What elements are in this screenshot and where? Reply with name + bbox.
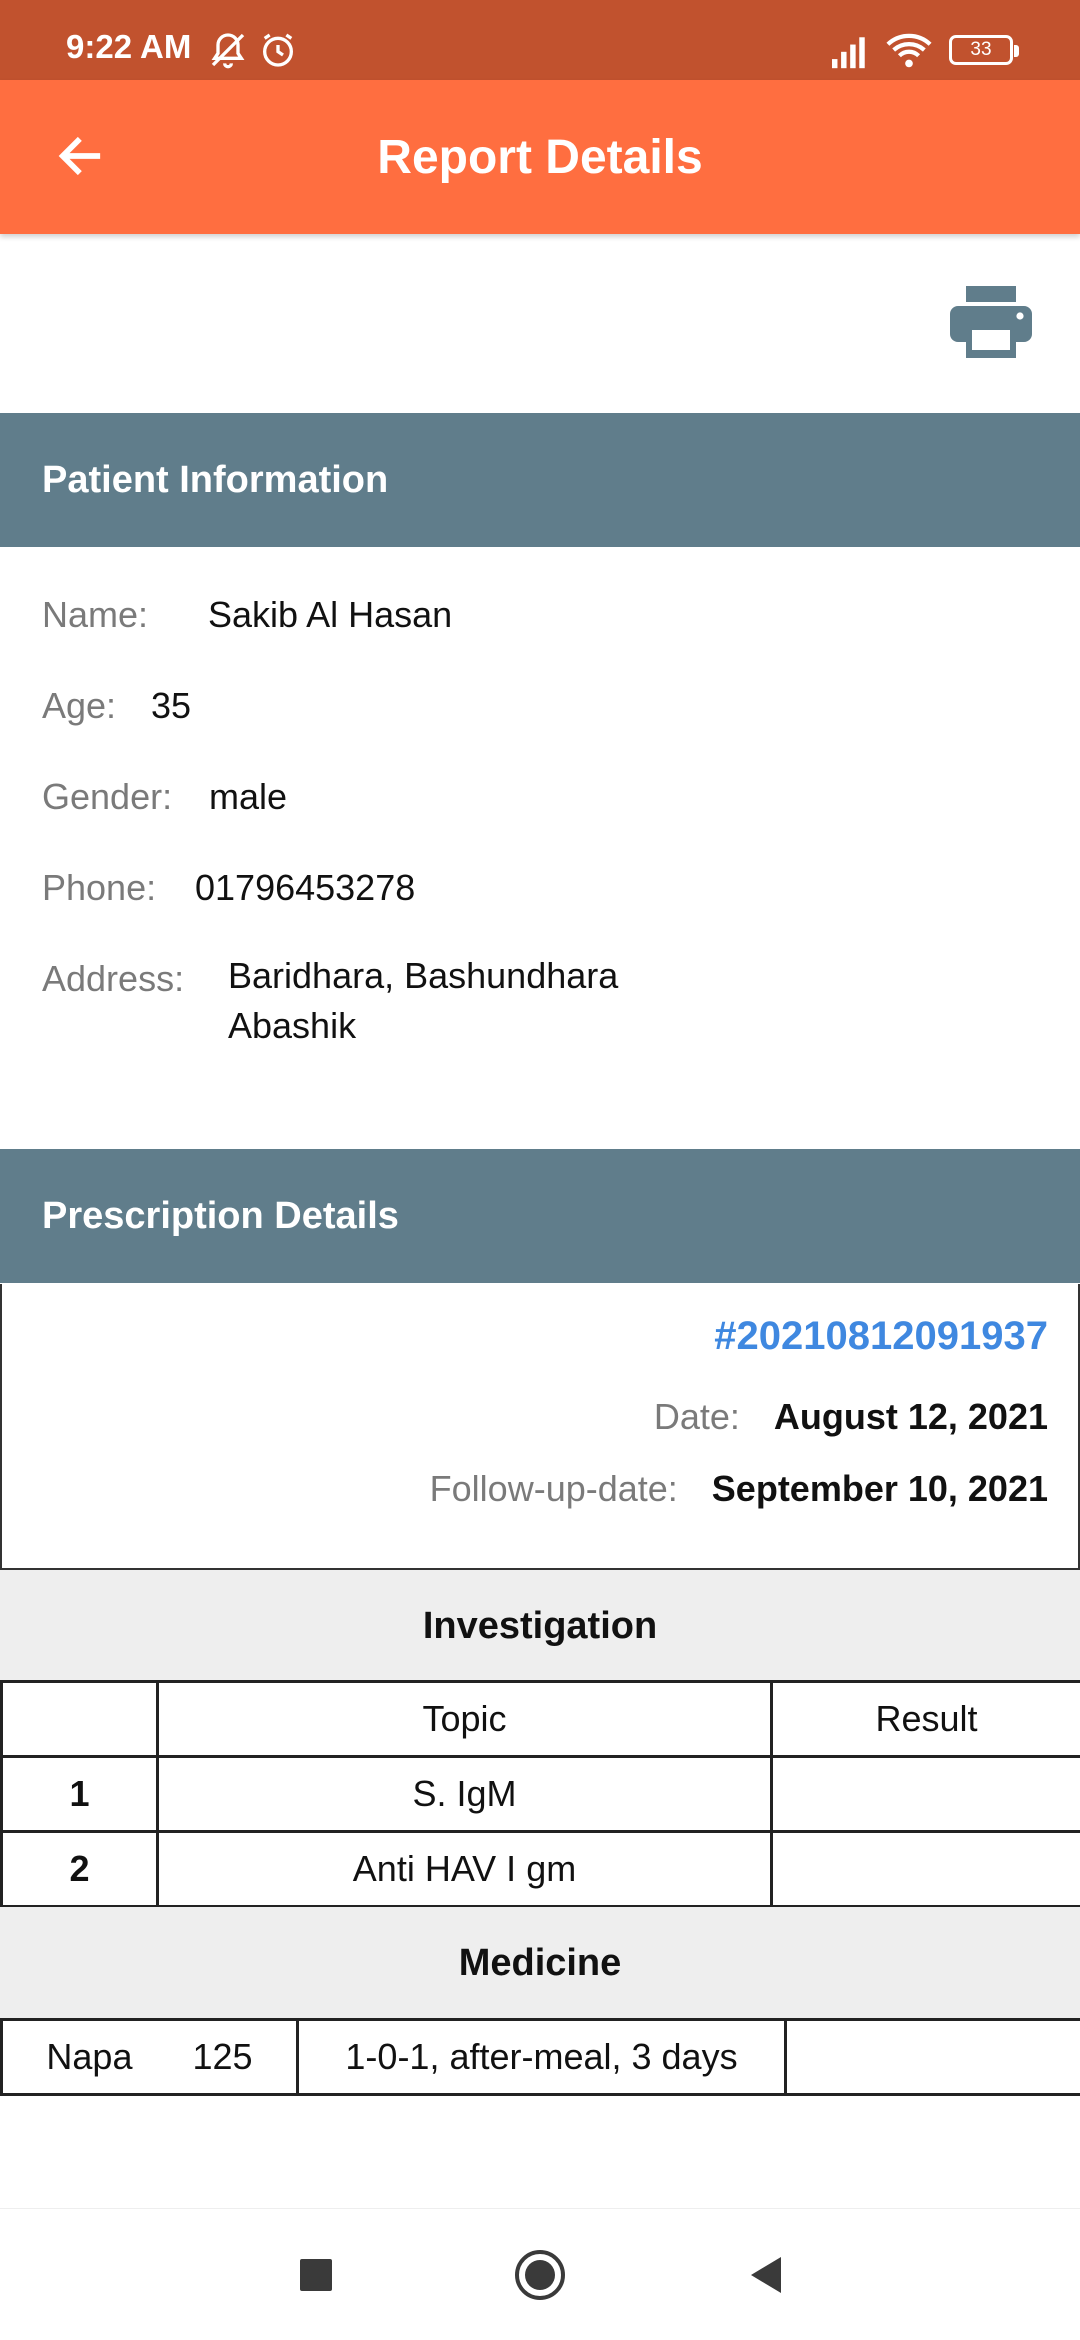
table-header-no <box>0 1680 159 1758</box>
status-bar: 9:22 AM 33 <box>0 0 1080 80</box>
alarm-icon <box>258 30 298 75</box>
row-result <box>770 1755 1080 1833</box>
table-row: 1 S. IgM <box>0 1755 1080 1833</box>
date-value: August 12, 2021 <box>773 1396 1048 1437</box>
gender-row: Gender: male <box>42 776 287 818</box>
printer-icon <box>948 286 1034 366</box>
investigation-title: Investigation <box>0 1570 1080 1682</box>
app-bar: Report Details <box>0 80 1080 234</box>
row-number: 2 <box>0 1830 159 1908</box>
address-row: Address: Baridhara, Bashundhara Abashik <box>42 955 618 1051</box>
age-row: Age: 35 <box>42 685 191 727</box>
row-topic: S. IgM <box>156 1755 773 1833</box>
prescription-box: #20210812091937 Date: August 12, 2021 Fo… <box>0 1284 1080 1570</box>
row-topic: Anti HAV I gm <box>156 1830 773 1908</box>
system-back-button[interactable] <box>736 2249 796 2305</box>
wifi-icon <box>886 30 932 75</box>
prescription-header: Prescription Details <box>0 1149 1080 1283</box>
medicine-note <box>784 2018 1080 2096</box>
page-title: Report Details <box>377 131 703 184</box>
status-time: 9:22 AM <box>66 28 192 65</box>
recent-apps-button[interactable] <box>286 2249 346 2305</box>
name-value: Sakib Al Hasan <box>208 594 453 635</box>
gender-value: male <box>209 776 288 817</box>
gender-label: Gender: <box>42 776 173 817</box>
table-row: Napa 125 1-0-1, after-meal, 3 days <box>0 2018 1080 2096</box>
back-icon <box>747 2255 785 2300</box>
followup-label: Follow-up-date: <box>429 1468 678 1509</box>
row-result <box>770 1830 1080 1908</box>
print-button[interactable] <box>948 282 1034 362</box>
followup-row: Follow-up-date: September 10, 2021 <box>430 1468 1048 1510</box>
investigation-table: Topic Result 1 S. IgM 2 Anti HAV I gm <box>0 1680 1080 1908</box>
table-header-topic: Topic <box>156 1680 773 1758</box>
medicine-table: Napa 125 1-0-1, after-meal, 3 days <box>0 2018 1080 2096</box>
mute-icon <box>208 30 248 75</box>
address-value: Baridhara, Bashundhara Abashik <box>228 951 618 1051</box>
table-header-result: Result <box>770 1680 1080 1758</box>
date-row: Date: August 12, 2021 <box>654 1396 1048 1438</box>
phone-row: Phone: 01796453278 <box>42 867 415 909</box>
medicine-title: Medicine <box>0 1907 1080 2019</box>
table-row: 2 Anti HAV I gm <box>0 1830 1080 1908</box>
followup-value: September 10, 2021 <box>711 1468 1048 1509</box>
phone-label: Phone: <box>42 867 157 908</box>
battery-icon: 33 <box>949 35 1019 65</box>
row-number: 1 <box>0 1755 159 1833</box>
signal-icon <box>830 30 874 75</box>
address-label: Address: <box>42 958 185 999</box>
name-row: Name: Sakib Al Hasan <box>42 594 452 636</box>
medicine-strength: 125 <box>192 2036 253 2077</box>
home-icon <box>513 2248 567 2307</box>
patient-info-header: Patient Information <box>0 413 1080 547</box>
home-button[interactable] <box>510 2249 570 2305</box>
age-label: Age: <box>42 685 117 726</box>
age-value: 35 <box>151 685 192 726</box>
phone-value: 01796453278 <box>195 867 416 908</box>
navigation-bar <box>0 2208 1080 2340</box>
name-label: Name: <box>42 594 149 635</box>
recent-apps-icon <box>299 2258 333 2297</box>
medicine-dosage: 1-0-1, after-meal, 3 days <box>296 2018 787 2096</box>
medicine-name: Napa <box>46 2036 133 2077</box>
table-header-row: Topic Result <box>0 1680 1080 1758</box>
prescription-id: #20210812091937 <box>714 1314 1048 1358</box>
medicine-name-cell: Napa 125 <box>0 2018 299 2096</box>
date-label: Date: <box>653 1396 740 1437</box>
address-line-1: Baridhara, Bashundhara <box>228 955 619 996</box>
address-line-2: Abashik <box>228 1005 357 1046</box>
